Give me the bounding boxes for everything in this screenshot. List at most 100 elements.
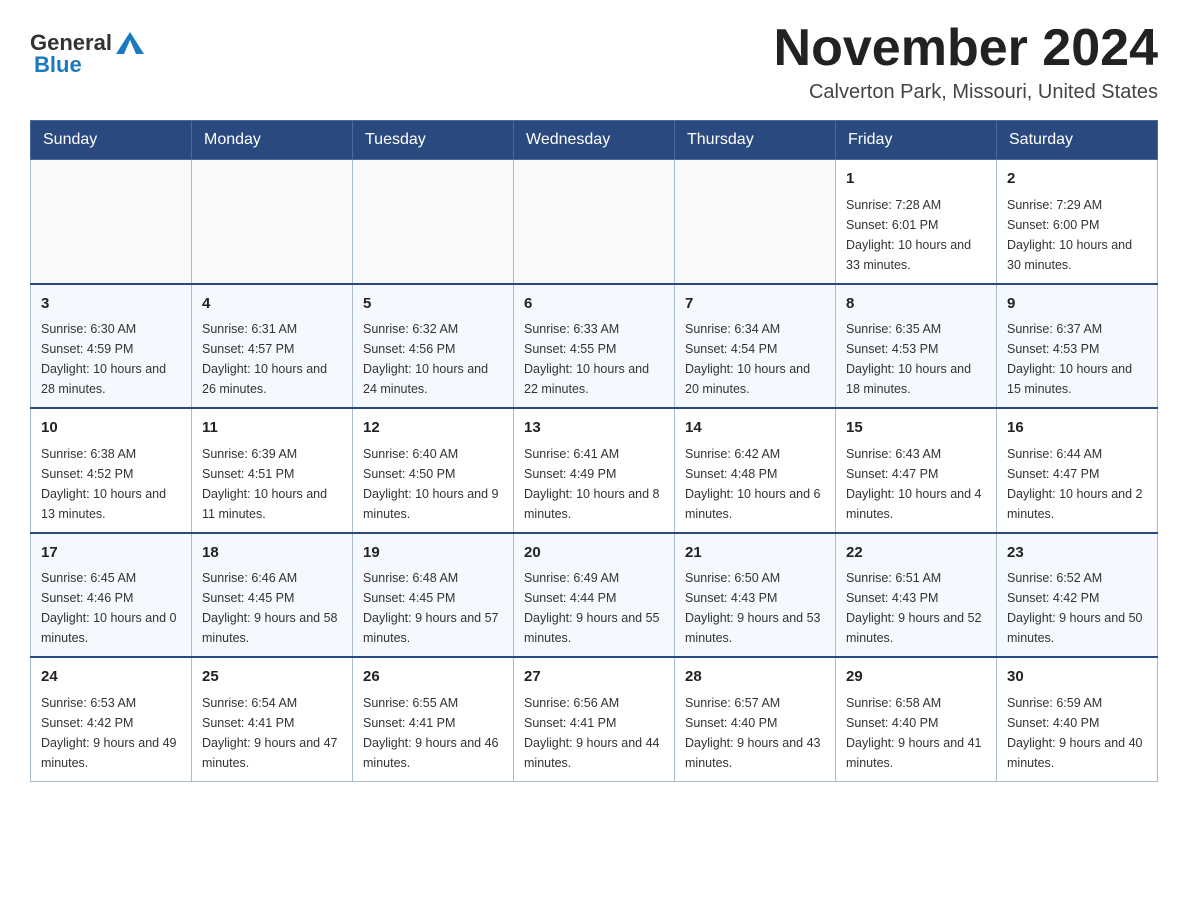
calendar-cell: 1 Sunrise: 7:28 AM Sunset: 6:01 PM Daylig… — [836, 160, 997, 284]
day-info: Sunrise: 6:49 AM Sunset: 4:44 PM Dayligh… — [524, 568, 664, 648]
calendar-header-tuesday: Tuesday — [353, 121, 514, 160]
day-info: Sunrise: 6:54 AM Sunset: 4:41 PM Dayligh… — [202, 693, 342, 773]
day-info: Sunrise: 6:51 AM Sunset: 4:43 PM Dayligh… — [846, 568, 986, 648]
calendar-header-wednesday: Wednesday — [514, 121, 675, 160]
day-info: Sunrise: 6:41 AM Sunset: 4:49 PM Dayligh… — [524, 444, 664, 524]
day-number: 8 — [846, 293, 986, 316]
day-number: 15 — [846, 417, 986, 440]
day-number: 20 — [524, 542, 664, 565]
day-number: 21 — [685, 542, 825, 565]
calendar-cell: 9 Sunrise: 6:37 AM Sunset: 4:53 PM Daylig… — [997, 284, 1158, 409]
calendar-cell: 24Sunrise: 6:53 AM Sunset: 4:42 PM Dayli… — [31, 657, 192, 781]
title-area: November 2024 Calverton Park, Missouri, … — [774, 20, 1158, 104]
calendar-header-thursday: Thursday — [675, 121, 836, 160]
day-info: Sunrise: 6:55 AM Sunset: 4:41 PM Dayligh… — [363, 693, 503, 773]
calendar-cell: 25 Sunrise: 6:54 AM Sunset: 4:41 PM Dayli… — [192, 657, 353, 781]
page-title: November 2024 — [774, 20, 1158, 77]
day-number: 24 — [41, 666, 181, 689]
day-number: 14 — [685, 417, 825, 440]
day-info: Sunrise: 6:42 AM Sunset: 4:48 PM Dayligh… — [685, 444, 825, 524]
calendar-cell: 8 Sunrise: 6:35 AM Sunset: 4:53 PM Daylig… — [836, 284, 997, 409]
day-info: Sunrise: 6:30 AM Sunset: 4:59 PM Dayligh… — [41, 319, 181, 399]
day-number: 16 — [1007, 417, 1147, 440]
calendar-week-4: 17 Sunrise: 6:45 AM Sunset: 4:46 PM Dayli… — [31, 533, 1158, 658]
day-number: 17 — [41, 542, 181, 565]
day-number: 30 — [1007, 666, 1147, 689]
day-number: 11 — [202, 417, 342, 440]
calendar-cell: 3 Sunrise: 6:30 AM Sunset: 4:59 PM Daylig… — [31, 284, 192, 409]
calendar-cell: 14 Sunrise: 6:42 AM Sunset: 4:48 PM Dayli… — [675, 408, 836, 533]
calendar-cell: 27Sunrise: 6:56 AM Sunset: 4:41 PM Dayli… — [514, 657, 675, 781]
calendar-week-3: 10 Sunrise: 6:38 AM Sunset: 4:52 PM Dayli… — [31, 408, 1158, 533]
calendar-header-monday: Monday — [192, 121, 353, 160]
calendar-cell: 21 Sunrise: 6:50 AM Sunset: 4:43 PM Dayli… — [675, 533, 836, 658]
logo-icon — [116, 32, 144, 54]
logo: General Blue — [30, 20, 144, 78]
day-info: Sunrise: 6:56 AM Sunset: 4:41 PM Dayligh… — [524, 693, 664, 773]
calendar-header-sunday: Sunday — [31, 121, 192, 160]
calendar-cell: 19Sunrise: 6:48 AM Sunset: 4:45 PM Dayli… — [353, 533, 514, 658]
calendar: SundayMondayTuesdayWednesdayThursdayFrid… — [30, 120, 1158, 782]
calendar-cell — [192, 160, 353, 284]
calendar-cell: 28Sunrise: 6:57 AM Sunset: 4:40 PM Dayli… — [675, 657, 836, 781]
calendar-cell: 12Sunrise: 6:40 AM Sunset: 4:50 PM Dayli… — [353, 408, 514, 533]
day-info: Sunrise: 6:58 AM Sunset: 4:40 PM Dayligh… — [846, 693, 986, 773]
day-info: Sunrise: 6:40 AM Sunset: 4:50 PM Dayligh… — [363, 444, 503, 524]
day-info: Sunrise: 6:43 AM Sunset: 4:47 PM Dayligh… — [846, 444, 986, 524]
day-info: Sunrise: 6:46 AM Sunset: 4:45 PM Dayligh… — [202, 568, 342, 648]
day-info: Sunrise: 6:39 AM Sunset: 4:51 PM Dayligh… — [202, 444, 342, 524]
day-info: Sunrise: 7:29 AM Sunset: 6:00 PM Dayligh… — [1007, 195, 1147, 275]
day-number: 1 — [846, 168, 986, 191]
calendar-cell: 20 Sunrise: 6:49 AM Sunset: 4:44 PM Dayli… — [514, 533, 675, 658]
day-number: 18 — [202, 542, 342, 565]
calendar-cell: 17 Sunrise: 6:45 AM Sunset: 4:46 PM Dayli… — [31, 533, 192, 658]
calendar-cell: 11 Sunrise: 6:39 AM Sunset: 4:51 PM Dayli… — [192, 408, 353, 533]
day-info: Sunrise: 6:50 AM Sunset: 4:43 PM Dayligh… — [685, 568, 825, 648]
day-number: 10 — [41, 417, 181, 440]
calendar-cell: 18 Sunrise: 6:46 AM Sunset: 4:45 PM Dayli… — [192, 533, 353, 658]
calendar-cell: 5Sunrise: 6:32 AM Sunset: 4:56 PM Daylig… — [353, 284, 514, 409]
calendar-cell: 7 Sunrise: 6:34 AM Sunset: 4:54 PM Daylig… — [675, 284, 836, 409]
day-info: Sunrise: 6:34 AM Sunset: 4:54 PM Dayligh… — [685, 319, 825, 399]
day-info: Sunrise: 6:38 AM Sunset: 4:52 PM Dayligh… — [41, 444, 181, 524]
day-info: Sunrise: 7:28 AM Sunset: 6:01 PM Dayligh… — [846, 195, 986, 275]
calendar-cell: 30 Sunrise: 6:59 AM Sunset: 4:40 PM Dayli… — [997, 657, 1158, 781]
day-number: 7 — [685, 293, 825, 316]
subtitle: Calverton Park, Missouri, United States — [774, 81, 1158, 104]
day-number: 6 — [524, 293, 664, 316]
calendar-cell: 6Sunrise: 6:33 AM Sunset: 4:55 PM Daylig… — [514, 284, 675, 409]
day-number: 29 — [846, 666, 986, 689]
calendar-cell — [514, 160, 675, 284]
day-info: Sunrise: 6:44 AM Sunset: 4:47 PM Dayligh… — [1007, 444, 1147, 524]
calendar-cell — [353, 160, 514, 284]
day-info: Sunrise: 6:52 AM Sunset: 4:42 PM Dayligh… — [1007, 568, 1147, 648]
calendar-cell: 4Sunrise: 6:31 AM Sunset: 4:57 PM Daylig… — [192, 284, 353, 409]
day-number: 28 — [685, 666, 825, 689]
day-number: 25 — [202, 666, 342, 689]
calendar-cell — [31, 160, 192, 284]
calendar-cell: 2Sunrise: 7:29 AM Sunset: 6:00 PM Daylig… — [997, 160, 1158, 284]
day-number: 13 — [524, 417, 664, 440]
day-info: Sunrise: 6:59 AM Sunset: 4:40 PM Dayligh… — [1007, 693, 1147, 773]
day-number: 5 — [363, 293, 503, 316]
day-number: 9 — [1007, 293, 1147, 316]
calendar-cell: 13 Sunrise: 6:41 AM Sunset: 4:49 PM Dayli… — [514, 408, 675, 533]
day-info: Sunrise: 6:48 AM Sunset: 4:45 PM Dayligh… — [363, 568, 503, 648]
day-info: Sunrise: 6:45 AM Sunset: 4:46 PM Dayligh… — [41, 568, 181, 648]
calendar-header-row: SundayMondayTuesdayWednesdayThursdayFrid… — [31, 121, 1158, 160]
day-info: Sunrise: 6:31 AM Sunset: 4:57 PM Dayligh… — [202, 319, 342, 399]
day-info: Sunrise: 6:37 AM Sunset: 4:53 PM Dayligh… — [1007, 319, 1147, 399]
calendar-cell: 15 Sunrise: 6:43 AM Sunset: 4:47 PM Dayli… — [836, 408, 997, 533]
calendar-cell: 26 Sunrise: 6:55 AM Sunset: 4:41 PM Dayli… — [353, 657, 514, 781]
day-number: 23 — [1007, 542, 1147, 565]
calendar-cell: 10 Sunrise: 6:38 AM Sunset: 4:52 PM Dayli… — [31, 408, 192, 533]
day-number: 26 — [363, 666, 503, 689]
calendar-header-saturday: Saturday — [997, 121, 1158, 160]
calendar-week-2: 3 Sunrise: 6:30 AM Sunset: 4:59 PM Daylig… — [31, 284, 1158, 409]
calendar-cell: 29 Sunrise: 6:58 AM Sunset: 4:40 PM Dayli… — [836, 657, 997, 781]
day-number: 3 — [41, 293, 181, 316]
calendar-week-5: 24Sunrise: 6:53 AM Sunset: 4:42 PM Dayli… — [31, 657, 1158, 781]
calendar-cell: 16 Sunrise: 6:44 AM Sunset: 4:47 PM Dayli… — [997, 408, 1158, 533]
calendar-header-friday: Friday — [836, 121, 997, 160]
day-info: Sunrise: 6:35 AM Sunset: 4:53 PM Dayligh… — [846, 319, 986, 399]
